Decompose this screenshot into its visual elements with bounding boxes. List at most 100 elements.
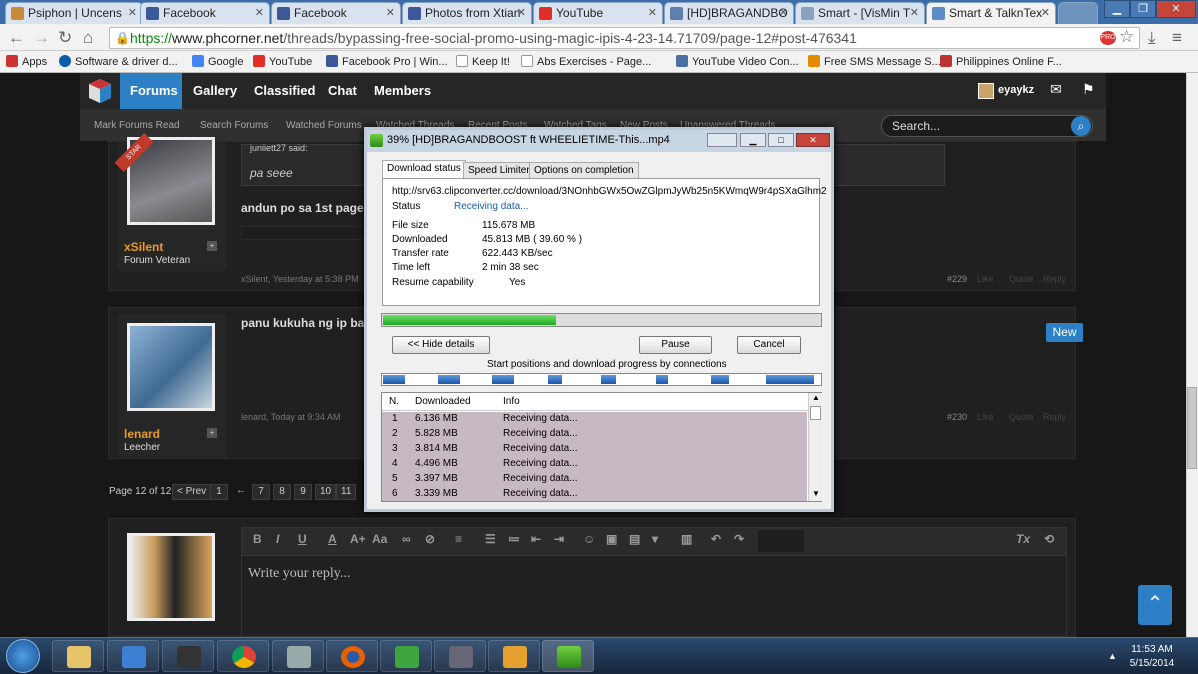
font-color-icon[interactable]: A xyxy=(328,532,337,546)
user-avatar[interactable] xyxy=(978,83,994,99)
prev-page-button[interactable]: < Prev xyxy=(172,484,212,500)
font-size-icon[interactable]: A+ xyxy=(350,532,366,546)
page-link-7[interactable]: 7 xyxy=(252,484,270,500)
italic-icon[interactable]: I xyxy=(276,532,279,546)
menu-icon[interactable]: ≡ xyxy=(1172,28,1182,48)
bookmark-apps[interactable]: Apps xyxy=(6,55,47,68)
close-window-icon[interactable]: ✕ xyxy=(1156,0,1196,18)
system-clock[interactable]: 11:53 AM 5/15/2014 xyxy=(1120,643,1184,671)
bookmark-youtube[interactable]: YouTube xyxy=(253,55,312,68)
taskbar-game[interactable] xyxy=(162,640,214,672)
page-link-10[interactable]: 10 xyxy=(315,484,337,500)
pause-button[interactable]: Pause xyxy=(639,336,712,354)
quote-button[interactable]: Quote xyxy=(1009,274,1034,284)
tab-bragandboost[interactable]: [HD]BRAGANDBO ✕ xyxy=(664,2,794,24)
username-link[interactable]: eyaykz xyxy=(998,84,1034,96)
close-icon[interactable]: ✕ xyxy=(648,6,657,19)
post-author-name[interactable]: xSilent xyxy=(124,240,163,254)
unlink-icon[interactable]: ⊘ xyxy=(425,532,435,546)
restore-icon[interactable]: ❐ xyxy=(1130,0,1156,18)
toggle-bbcode-icon[interactable]: ⟲ xyxy=(1044,532,1054,546)
expand-icon[interactable]: + xyxy=(207,241,217,251)
subnav-watched-forums[interactable]: Watched Forums xyxy=(286,120,362,131)
close-icon[interactable]: ✕ xyxy=(128,6,137,19)
hide-details-button[interactable]: << Hide details xyxy=(392,336,490,354)
list-item[interactable]: 4 4.496 MB Receiving data... xyxy=(382,457,807,472)
bookmark-google[interactable]: Google xyxy=(192,55,243,68)
search-icon[interactable]: ⌕ xyxy=(1071,116,1091,136)
col-number[interactable]: N. xyxy=(389,396,399,407)
expand-icon[interactable]: + xyxy=(207,428,217,438)
quote-button[interactable]: Quote xyxy=(1009,412,1034,422)
windows-start-icon[interactable] xyxy=(6,639,40,673)
nav-classified[interactable]: Classified xyxy=(244,73,325,109)
reply-button[interactable]: Reply xyxy=(1043,412,1066,422)
close-icon[interactable]: ✕ xyxy=(1041,6,1050,19)
mail-icon[interactable]: ✉ xyxy=(1050,81,1062,98)
nav-gallery[interactable]: Gallery xyxy=(183,73,247,109)
insert-icon[interactable]: ▾ xyxy=(652,532,658,546)
nav-members[interactable]: Members xyxy=(364,73,441,109)
page-scrollbar-thumb[interactable] xyxy=(1187,387,1197,469)
col-downloaded[interactable]: Downloaded xyxy=(415,396,471,407)
home-icon[interactable]: ⌂ xyxy=(83,28,93,48)
pro-extension-icon[interactable]: PRO xyxy=(1100,31,1116,45)
list-scrollbar[interactable]: ▲ ▼ xyxy=(808,393,822,501)
tab-psiphon[interactable]: Psiphon | Uncens ✕ xyxy=(5,2,143,24)
taskbar-explorer[interactable] xyxy=(52,640,104,672)
minimize-icon[interactable]: ▁ xyxy=(740,133,766,147)
bold-icon[interactable]: B xyxy=(253,532,262,546)
list-scrollbar-thumb[interactable] xyxy=(810,406,821,420)
save-draft-icon[interactable]: ▥ xyxy=(681,532,692,546)
list-item[interactable]: 1 6.136 MB Receiving data... xyxy=(382,412,807,427)
reload-icon[interactable]: ↻ xyxy=(58,28,72,48)
page-scrollbar[interactable] xyxy=(1186,73,1198,637)
tab-facebook-1[interactable]: Facebook ✕ xyxy=(140,2,270,24)
close-icon[interactable]: ✕ xyxy=(386,6,395,19)
remove-format-icon[interactable]: Tx xyxy=(1016,532,1030,546)
redo-icon[interactable]: ↷ xyxy=(734,532,744,546)
media-icon[interactable]: ▤ xyxy=(629,532,640,546)
list-item[interactable]: 6 3.339 MB Receiving data... xyxy=(382,487,807,501)
tab-facebook-2[interactable]: Facebook ✕ xyxy=(271,2,401,24)
cancel-button[interactable]: Cancel xyxy=(737,336,801,354)
taskbar-app[interactable] xyxy=(434,640,486,672)
bullet-list-icon[interactable]: ☰ xyxy=(485,532,496,546)
post-meta[interactable]: lenard, Today at 9:34 AM xyxy=(241,412,340,422)
page-link-8[interactable]: 8 xyxy=(273,484,291,500)
forum-search-input[interactable]: Search... xyxy=(881,115,1093,137)
back-icon[interactable]: ← xyxy=(8,28,25,48)
tab-options-completion[interactable]: Options on completion xyxy=(529,162,639,179)
post-meta[interactable]: xSilent, Yesterday at 5:38 PM xyxy=(241,274,359,284)
maximize-icon[interactable]: □ xyxy=(768,133,794,147)
nav-forums[interactable]: Forums xyxy=(120,73,182,109)
number-list-icon[interactable]: ≔ xyxy=(508,532,520,546)
reply-button[interactable]: Reply xyxy=(1043,274,1066,284)
tab-photos[interactable]: Photos from Xtian ✕ xyxy=(402,2,532,24)
subnav-search-forums[interactable]: Search Forums xyxy=(200,120,268,131)
download-icon[interactable]: ⤓ xyxy=(1148,28,1156,48)
close-icon[interactable]: ✕ xyxy=(910,6,919,19)
undo-icon[interactable]: ↶ xyxy=(711,532,721,546)
bookmark-philippines[interactable]: Philippines Online F... xyxy=(940,55,1062,68)
bookmark-keep-it[interactable]: Keep It! xyxy=(456,55,510,68)
nav-chat[interactable]: Chat xyxy=(318,73,367,109)
page-link-9[interactable]: 9 xyxy=(294,484,312,500)
taskbar-network-tool[interactable] xyxy=(272,640,324,672)
close-icon[interactable]: ✕ xyxy=(517,6,526,19)
tab-speed-limiter[interactable]: Speed Limiter xyxy=(463,162,535,179)
close-icon[interactable]: ✕ xyxy=(796,133,830,147)
like-button[interactable]: Like xyxy=(977,274,994,284)
subnav-mark-read[interactable]: Mark Forums Read xyxy=(94,120,180,131)
scroll-up-icon[interactable]: ▲ xyxy=(812,393,820,402)
minimize-icon[interactable]: ▁ xyxy=(1104,0,1130,18)
new-tab-button[interactable] xyxy=(1058,2,1098,24)
col-info[interactable]: Info xyxy=(503,396,520,407)
post-number[interactable]: #230 xyxy=(947,412,967,422)
page-link-11[interactable]: 11 xyxy=(336,484,357,500)
font-family-icon[interactable]: Aa xyxy=(372,532,387,546)
avatar[interactable] xyxy=(127,323,215,411)
reply-placeholder[interactable]: Write your reply... xyxy=(248,566,350,582)
back-to-top-button[interactable]: ⌃ xyxy=(1138,585,1172,625)
address-bar[interactable]: 🔒 https://www.phcorner.net/threads/bypas… xyxy=(109,27,1140,49)
